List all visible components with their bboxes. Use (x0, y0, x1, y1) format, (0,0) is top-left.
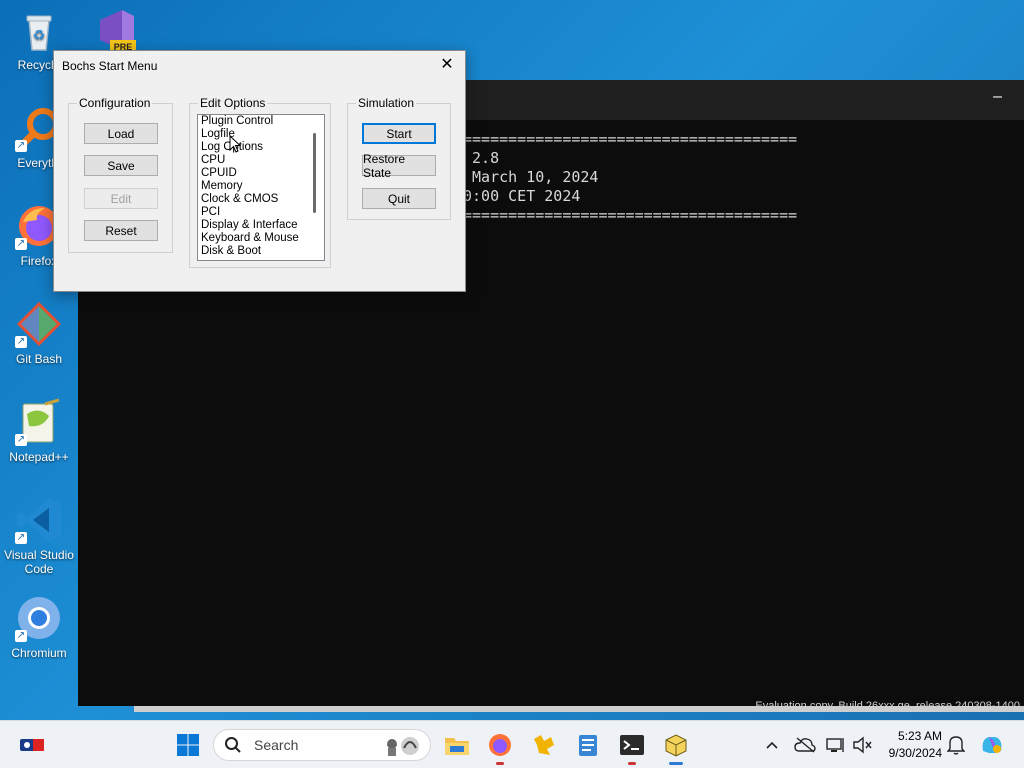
bochs-start-menu-dialog: Bochs Start Menu ✕ Configuration Load Sa… (53, 50, 466, 292)
list-item[interactable]: PCI (198, 206, 324, 219)
terminal-output: ===================================== 2.… (463, 130, 797, 225)
onedrive-offline-icon[interactable] (789, 729, 821, 761)
git-bash-icon: ↗ (15, 300, 63, 348)
list-item[interactable]: Memory (198, 180, 324, 193)
load-button[interactable]: Load (84, 123, 158, 144)
search-placeholder: Search (254, 737, 299, 753)
notepadpp-icon: ↗ (15, 398, 63, 446)
vs-preview-icon[interactable]: PRE (92, 6, 140, 54)
weather-widget-icon[interactable] (16, 729, 48, 761)
taskbar-search[interactable]: Search (213, 729, 431, 761)
taskbar-firefox-icon[interactable] (484, 729, 516, 765)
restore-state-button[interactable]: Restore State (362, 152, 436, 180)
running-indicator (628, 762, 636, 765)
terminal-line: 0:00 CET 2024 (463, 187, 581, 205)
clock[interactable]: 5:23 AM 9/30/2024 (889, 728, 942, 762)
svg-text:♻: ♻ (33, 27, 46, 43)
search-icon (225, 737, 241, 753)
terminal-line: March 10, 2024 (463, 168, 599, 186)
mouse-cursor-icon (229, 135, 241, 153)
quit-button[interactable]: Quit (362, 188, 436, 209)
search-highlight-icon (387, 737, 419, 756)
list-item[interactable]: Disk & Boot (198, 245, 324, 258)
taskbar-git-icon[interactable] (528, 729, 560, 761)
chromium-icon: ↗ (15, 594, 63, 642)
list-item[interactable]: CPUID (198, 167, 324, 180)
desktop-icon-git-bash[interactable]: ↗ Git Bash (0, 300, 78, 366)
copilot-icon[interactable] (976, 729, 1008, 761)
start-button[interactable]: Start (362, 123, 436, 144)
save-button[interactable]: Save (84, 155, 158, 176)
list-item[interactable]: Display & Interface (198, 219, 324, 232)
desktop-icon-label: Notepad++ (9, 450, 69, 464)
show-hidden-icons-chevron-icon[interactable] (756, 729, 788, 761)
desktop-icon-vscode[interactable]: ↗ Visual Studio Code (0, 496, 78, 576)
taskbar-bochs-icon[interactable] (660, 729, 692, 765)
list-item[interactable]: Log Options (198, 141, 324, 154)
close-icon[interactable]: ✕ (435, 55, 459, 75)
running-indicator (496, 762, 504, 765)
desktop-icon-notepadpp[interactable]: ↗ Notepad++ (0, 398, 78, 464)
terminal-line: ===================================== (463, 206, 798, 224)
edit-options-list[interactable]: Plugin Control Logfile Log Options CPU C… (197, 114, 325, 261)
notifications-bell-icon[interactable] (940, 729, 972, 761)
terminal-line: ===================================== (463, 130, 798, 148)
desktop-icon-label: Visual Studio Code (4, 548, 74, 576)
recycle-bin-icon: ♻ (15, 6, 63, 54)
list-item[interactable]: Clock & CMOS (198, 193, 324, 206)
configuration-legend: Configuration (77, 96, 153, 110)
dialog-title: Bochs Start Menu (62, 59, 158, 73)
start-menu-icon[interactable] (172, 729, 204, 761)
evaluation-watermark: Evaluation copy. Build 26xxx.ge_release.… (755, 700, 1020, 712)
desktop-icon-label: Chromium (11, 646, 67, 660)
clock-date: 9/30/2024 (888, 746, 942, 760)
list-scrollbar[interactable] (313, 133, 316, 213)
list-item[interactable]: CPU (198, 154, 324, 167)
desktop-icon-chromium[interactable]: ↗ Chromium (0, 594, 78, 660)
simulation-legend: Simulation (356, 96, 417, 110)
volume-muted-icon[interactable] (846, 729, 878, 761)
minimize-button[interactable]: – (993, 88, 1002, 106)
terminal-line: 2.8 (463, 149, 500, 167)
edit-button[interactable]: Edit (84, 188, 158, 209)
clock-time: 5:23 AM (897, 729, 942, 743)
vscode-icon: ↗ (15, 496, 63, 544)
list-item[interactable]: Logfile (198, 128, 324, 141)
taskbar: Search 5:23 AM 9/30/2024 (0, 720, 1024, 768)
file-explorer-icon[interactable] (441, 729, 473, 761)
taskbar-terminal-icon[interactable] (616, 729, 648, 765)
desktop-icon-label: Git Bash (15, 352, 63, 366)
desktop-icon-label: Firefox (20, 254, 58, 268)
edit-options-legend: Edit Options (198, 96, 268, 110)
reset-button[interactable]: Reset (84, 220, 158, 241)
list-item[interactable]: Plugin Control (198, 115, 324, 128)
active-indicator (669, 762, 683, 765)
list-item[interactable]: Keyboard & Mouse (198, 232, 324, 245)
taskbar-notepad-icon[interactable] (572, 729, 604, 761)
